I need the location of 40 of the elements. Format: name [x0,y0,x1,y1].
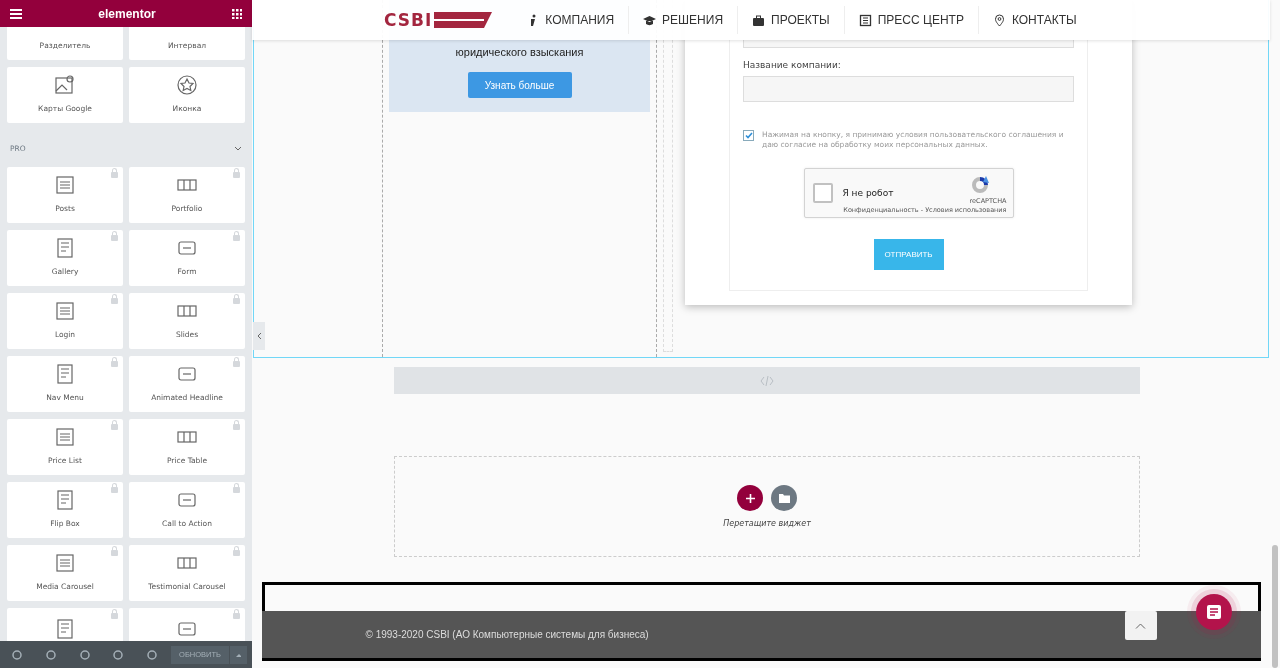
apps-grid-icon[interactable] [232,8,242,19]
nav-link[interactable]: ПРЕСС ЦЕНТР [858,13,964,27]
location-pin-icon [992,13,1006,27]
briefcase-icon [752,13,766,27]
chevron-up-icon [1135,622,1146,629]
nav-link[interactable]: ПРОЕКТЫ [752,13,830,27]
nav-link[interactable]: КОНТАКТЫ [992,13,1077,27]
promo-text: юридического взыскания [455,46,584,58]
drop-hint: Перетащите виджет [723,519,811,528]
plus-icon [745,493,755,503]
add-section-button[interactable] [737,485,763,511]
stripe-icon [434,12,493,28]
select-field[interactable] [743,40,1074,48]
captcha-label: Я не робот [842,188,894,199]
collapse-handle[interactable] [253,322,265,350]
scroll-top-button[interactable] [1124,611,1157,640]
consent-checkbox[interactable] [743,130,754,141]
nav-link[interactable]: КОМПАНИЯ [526,13,615,27]
document-icon [54,489,76,511]
logo[interactable]: CSBI [384,10,493,30]
folder-icon [778,493,790,503]
nav-link[interactable]: РЕШЕНИЯ [643,13,724,27]
copyright-text: © 1993-2020 CSBI (АО Компьютерные системы для бизнеса) [365,629,649,640]
widget-card[interactable] [7,608,123,641]
scrollbar[interactable] [1270,0,1280,668]
widget-card[interactable] [129,608,245,641]
chat-button[interactable] [1196,594,1232,630]
brand-name: elementor [98,6,156,21]
list-icon [54,174,76,196]
captcha-checkbox[interactable] [812,183,833,204]
chat-icon [1207,605,1221,619]
newspaper-icon [858,13,872,27]
field-label: Название компании: [743,60,842,70]
caret-up-icon[interactable] [229,645,247,664]
map-icon [54,74,76,96]
graduation-cap-icon [643,13,657,27]
folder-button[interactable] [771,485,797,511]
company-input-field[interactable] [743,76,1074,102]
chevron-down-icon[interactable] [234,146,242,151]
code-icon [760,375,774,386]
